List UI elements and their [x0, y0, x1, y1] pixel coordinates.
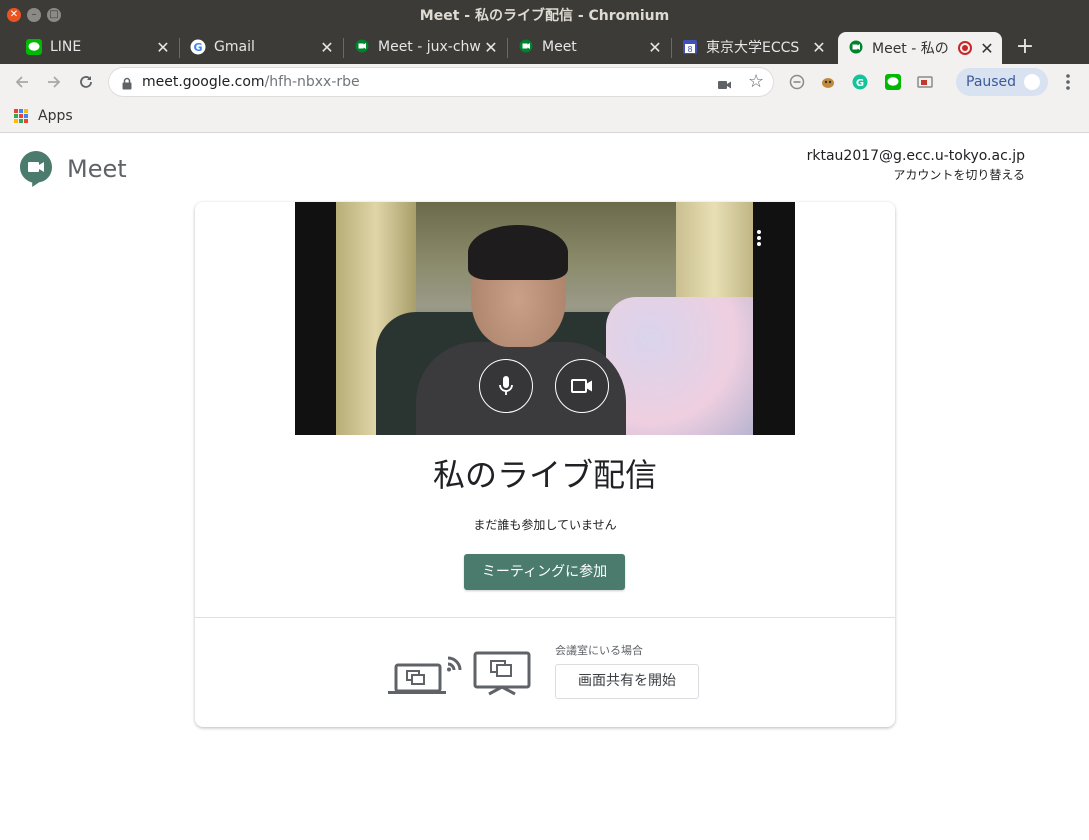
- grammarly-icon[interactable]: G: [851, 73, 869, 91]
- tab-close-icon[interactable]: ✕: [810, 38, 828, 57]
- tab-label: Meet - 私の: [872, 41, 949, 57]
- window-title: Meet - 私のライブ配信 - Chromium: [419, 8, 670, 24]
- switch-account-link[interactable]: アカウントを切り替える: [807, 166, 1025, 183]
- apps-shortcut[interactable]: Apps: [14, 108, 73, 124]
- new-tab-button[interactable]: +: [1013, 34, 1037, 59]
- tab-close-icon[interactable]: ✕: [646, 38, 664, 57]
- tab-eccs[interactable]: 8 東京大学ECCS ✕: [672, 32, 834, 62]
- start-screen-share-button[interactable]: 画面共有を開始: [555, 664, 699, 699]
- present-to-room-icon: [388, 651, 531, 696]
- apps-grid-icon: [14, 109, 28, 123]
- calendar-icon: 8: [682, 39, 698, 55]
- apps-label: Apps: [38, 108, 73, 124]
- tab-gmail[interactable]: G Gmail ✕: [180, 32, 342, 62]
- tab-label: 東京大学ECCS: [706, 40, 800, 56]
- account-info: rktau2017@g.ecc.u-tokyo.ac.jp アカウントを切り替え…: [807, 148, 1025, 183]
- microphone-toggle-button[interactable]: [479, 359, 533, 413]
- tab-close-icon[interactable]: ✕: [318, 38, 336, 57]
- extension-animal-icon[interactable]: [819, 73, 837, 91]
- profile-paused-button[interactable]: Paused: [956, 68, 1048, 96]
- google-icon: G: [190, 39, 206, 55]
- tab-label: Meet: [542, 39, 577, 55]
- window-titlebar: ✕ – □ Meet - 私のライブ配信 - Chromium: [0, 0, 1089, 32]
- tab-label: LINE: [50, 39, 82, 55]
- tab-meet[interactable]: Meet ✕: [508, 32, 670, 62]
- reload-icon: [80, 76, 92, 88]
- divider: [195, 617, 895, 618]
- camera-feed: [336, 202, 753, 435]
- meet-icon: [518, 39, 534, 55]
- brand-name: Meet: [67, 155, 127, 183]
- url-host: meet.google.com: [142, 74, 265, 90]
- meeting-card: 私のライブ配信 まだ誰も参加していません ミーティングに参加 会議室にいる場合 …: [195, 202, 895, 727]
- tab-meet-jux[interactable]: Meet - jux-chw ✕: [344, 32, 506, 62]
- more-vert-icon: [1066, 74, 1070, 90]
- account-email: rktau2017@g.ecc.u-tokyo.ac.jp: [806, 148, 1025, 164]
- bookmarks-bar: Apps: [0, 100, 1089, 133]
- meeting-title: 私のライブ配信: [432, 456, 657, 494]
- url-path: /hfh-nbxx-rbe: [264, 74, 360, 90]
- tab-close-icon[interactable]: ✕: [482, 38, 500, 57]
- video-preview: [295, 202, 795, 435]
- video-options-button[interactable]: [757, 230, 761, 248]
- lock-icon[interactable]: [122, 75, 132, 94]
- tab-meet-active[interactable]: Meet - 私の ✕: [838, 32, 1002, 64]
- tab-strip: LINE ✕ G Gmail ✕ Meet - jux-chw ✕ Meet ✕…: [0, 32, 1089, 64]
- cast-extension-icon[interactable]: [916, 73, 934, 91]
- arrow-left-icon: [15, 76, 28, 88]
- tab-line[interactable]: LINE ✕: [16, 32, 178, 62]
- tab-label: Meet - jux-chw: [378, 39, 481, 55]
- block-extension-icon[interactable]: [788, 73, 806, 91]
- camera-in-use-icon[interactable]: [718, 76, 732, 95]
- profile-status-label: Paused: [966, 74, 1017, 90]
- meet-logo[interactable]: Meet: [19, 150, 127, 188]
- tab-close-icon[interactable]: ✕: [978, 39, 996, 58]
- meet-icon: [848, 40, 864, 56]
- browser-toolbar: meet.google.com/hfh-nbxx-rbe ☆ G Paused: [0, 64, 1089, 100]
- camera-toggle-button[interactable]: [555, 359, 609, 413]
- arrow-right-icon: [48, 76, 61, 88]
- meet-icon: [354, 39, 370, 55]
- recording-indicator-icon: [958, 41, 972, 55]
- back-button[interactable]: [10, 70, 34, 94]
- meet-logo-icon: [20, 151, 52, 187]
- line-extension-icon[interactable]: [884, 73, 902, 91]
- avatar: [1024, 74, 1040, 90]
- join-meeting-button[interactable]: ミーティングに参加: [464, 554, 625, 590]
- participant-status: まだ誰も参加していません: [473, 518, 617, 532]
- svg-text:G: G: [856, 78, 864, 89]
- reload-button[interactable]: [74, 70, 98, 94]
- videocam-icon: [571, 379, 592, 393]
- browser-menu-button[interactable]: [1062, 72, 1074, 92]
- line-icon: [26, 39, 42, 55]
- url-text: meet.google.com/hfh-nbxx-rbe: [142, 67, 360, 97]
- bookmark-star-icon[interactable]: ☆: [748, 71, 764, 92]
- tab-label: Gmail: [214, 39, 255, 55]
- in-room-label: 会議室にいる場合: [555, 644, 643, 657]
- forward-button[interactable]: [42, 70, 66, 94]
- tab-close-icon[interactable]: ✕: [154, 38, 172, 57]
- address-bar[interactable]: meet.google.com/hfh-nbxx-rbe ☆: [108, 67, 774, 97]
- microphone-icon: [499, 376, 513, 395]
- svg-text:G: G: [193, 41, 202, 54]
- calendar-day: 8: [687, 45, 692, 54]
